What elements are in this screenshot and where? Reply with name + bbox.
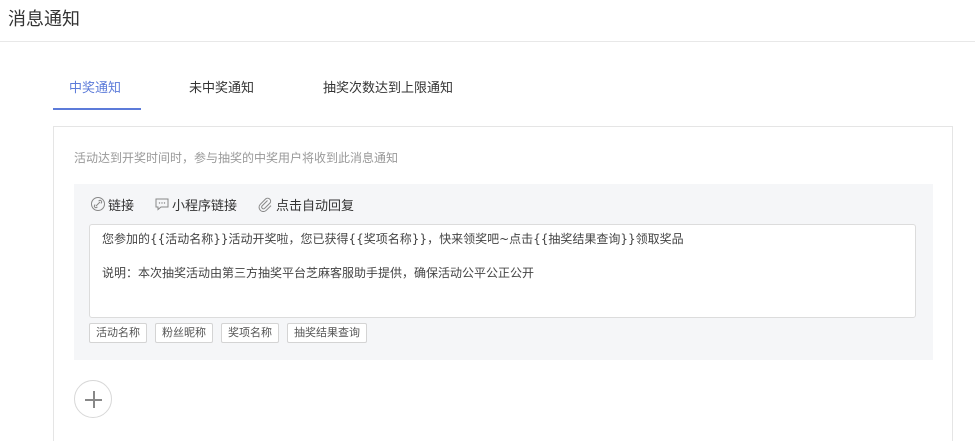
tab-limit-reached-notice[interactable]: 抽奖次数达到上限通知: [323, 72, 453, 110]
page-header: 消息通知: [0, 0, 975, 42]
tag-fan-nickname[interactable]: 粉丝昵称: [155, 323, 213, 343]
message-textarea[interactable]: 您参加的{{活动名称}}活动开奖啦，您已获得{{奖项名称}}，快来领奖吧~点击{…: [89, 224, 916, 318]
paperclip-icon: [257, 196, 274, 212]
insert-auto-reply-label: 点击自动回复: [276, 198, 355, 214]
link-circle-icon: [90, 196, 106, 212]
panel-description: 活动达到开奖时间时，参与抽奖的中奖用户将收到此消息通知: [74, 151, 399, 165]
page-title: 消息通知: [8, 9, 80, 30]
add-message-button[interactable]: [74, 380, 112, 418]
insert-miniprogram-link-label: 小程序链接: [172, 198, 238, 214]
message-line-1: 您参加的{{活动名称}}活动开奖啦，您已获得{{奖项名称}}，快来领奖吧~点击{…: [102, 232, 684, 246]
insert-auto-reply-button[interactable]: 点击自动回复: [257, 194, 354, 214]
tab-not-winning-notice[interactable]: 未中奖通知: [189, 72, 254, 110]
variable-tags: 活动名称 粉丝昵称 奖项名称 抽奖结果查询: [89, 323, 367, 343]
insert-link-label: 链接: [108, 198, 135, 214]
insert-miniprogram-link-button[interactable]: 小程序链接: [154, 194, 237, 214]
tag-activity-name[interactable]: 活动名称: [89, 323, 147, 343]
active-tab-indicator: [53, 108, 141, 110]
message-square-icon: [154, 196, 170, 212]
message-editor: 链接 小程序链接 点击自动回复 您参加的{{活动名称}}活动开奖啦，您已获得{{…: [74, 184, 933, 360]
notice-panel: 活动达到开奖时间时，参与抽奖的中奖用户将收到此消息通知 链接 小程序链接 点击自…: [53, 126, 953, 441]
tag-prize-name[interactable]: 奖项名称: [221, 323, 279, 343]
editor-toolbar: 链接 小程序链接 点击自动回复: [90, 194, 354, 214]
insert-link-button[interactable]: 链接: [90, 194, 134, 214]
tag-result-query[interactable]: 抽奖结果查询: [287, 323, 367, 343]
tab-winning-notice[interactable]: 中奖通知: [69, 72, 121, 110]
message-line-2: 说明：本次抽奖活动由第三方抽奖平台芝麻客服助手提供，确保活动公平公正公开: [102, 266, 535, 280]
tab-bar: 中奖通知 未中奖通知 抽奖次数达到上限通知: [53, 72, 473, 112]
